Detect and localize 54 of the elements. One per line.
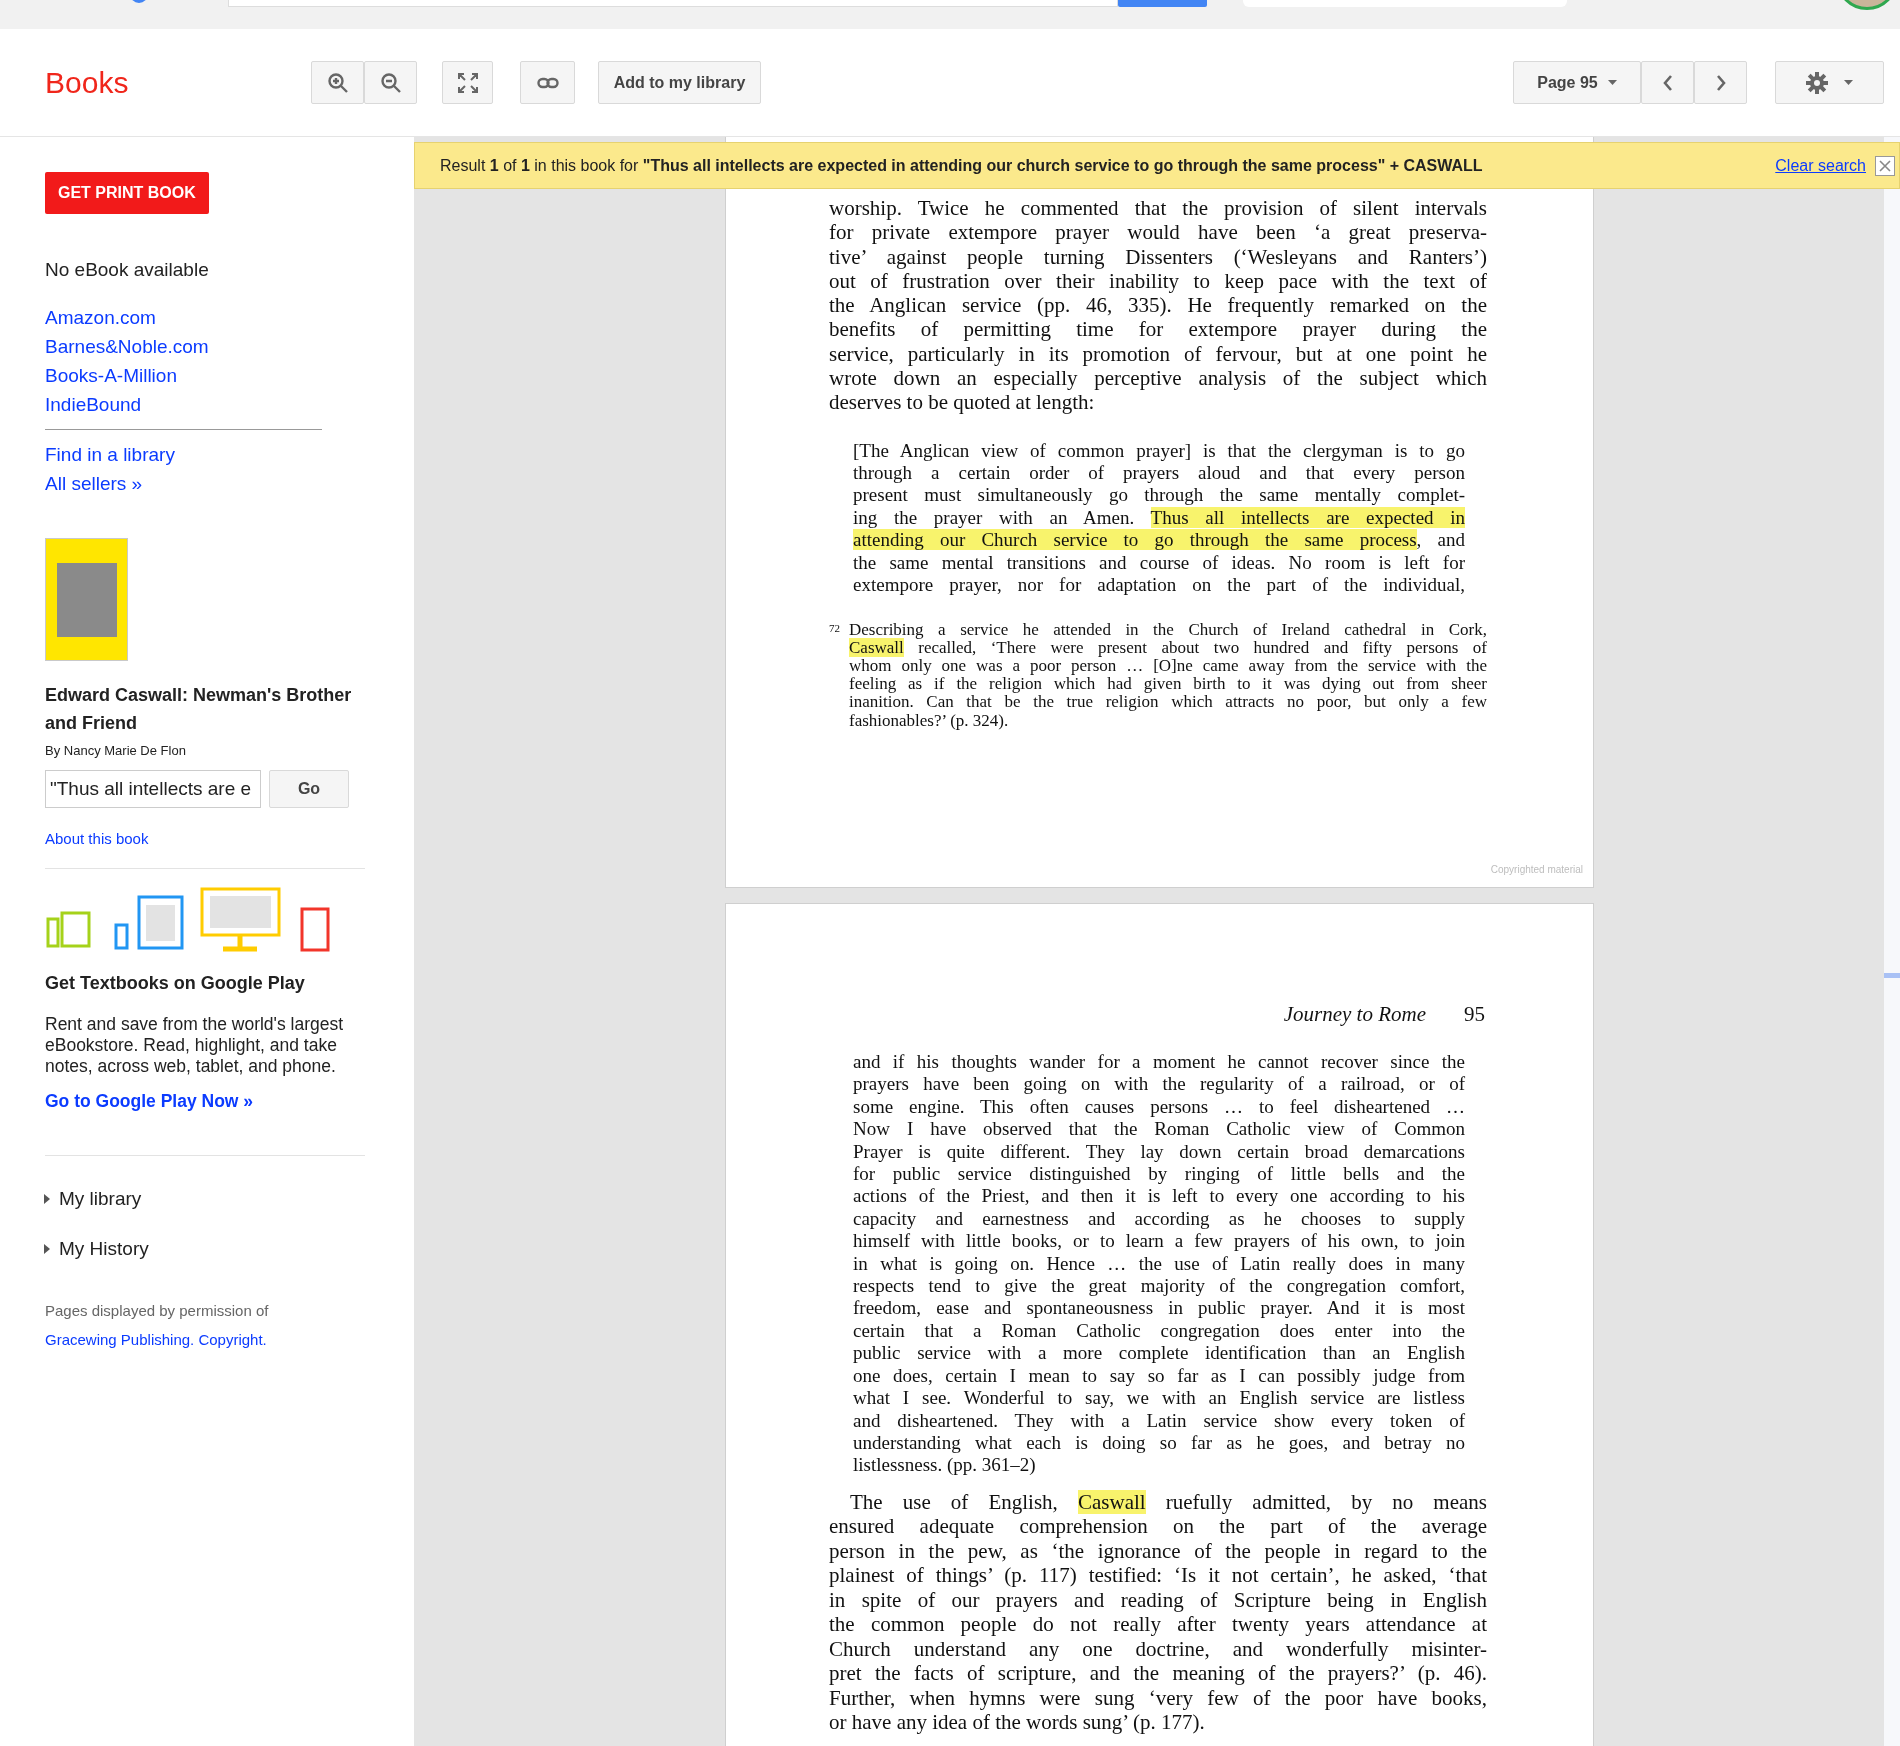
publisher-link[interactable]: Copyright. <box>198 1331 267 1348</box>
zoom-in-icon <box>326 71 349 94</box>
books-logo: Books <box>45 65 130 100</box>
nav-item[interactable]: My History <box>43 1224 149 1274</box>
ebook-status: No eBook available <box>45 259 210 281</box>
copyright-notice: Copyrighted material <box>1490 864 1583 875</box>
search-highlight: Caswall <box>1077 1489 1146 1514</box>
zoom-in-button[interactable] <box>311 61 364 104</box>
block-quote: and if his thoughts wander for a moment he cannot recover since the prayers have been going on with the regularity of a railroad, or of some engine. This often causes persons … to feel disheartened … Now I have observed that the Roman Catholic view of Common Prayer is quite different. They lay down certain broad demarcations for public service distinguished by ringing of little bells and the actions of the Priest, and then it is left to every one according to his capacity and earnestness and according as he chooses to supply himself with little books, or to learn a few prayers of his own, to join in what is going on. Hence … the use of Latin really does in many respects tend to give the great majority of the congregation comfort, freedom, ease and spontaneousness in public prayer. And it is most certain that a Roman Catholic congregation does enter into the public service with a more complete identification than an English one does, certain I mean to say so far as I can possibly judge from what I see. Wonderful to say, we with an English service are listless and disheartened. They with a Latin service show every token of understanding what each is doing so far as he goes, and betray no listlessness. (pp. 361–2) <box>853 1051 1465 1477</box>
clear-search-link[interactable]: Clear search <box>1775 156 1866 175</box>
caret-icon <box>1607 80 1617 85</box>
permission-text: Pages displayed by permission of Gracewing Publishing. Copyright. <box>45 1301 270 1350</box>
page-number: 95 <box>1464 1002 1485 1026</box>
library-link[interactable]: Find in a library <box>45 440 374 469</box>
search-in-book-field[interactable]: "Thus all intellects are e <box>45 770 261 808</box>
google-play-link[interactable]: Go to Google Play Now » <box>45 1089 374 1113</box>
search-highlight: Caswall <box>849 637 904 657</box>
page-select[interactable]: Page 95 <box>1513 61 1641 104</box>
zoom-out-icon <box>379 71 402 94</box>
seller-link[interactable]: Books-A-Million <box>45 361 374 390</box>
zoom-out-button[interactable] <box>364 61 417 104</box>
go-button[interactable]: Go <box>269 770 349 808</box>
promo-title: Get Textbooks on Google Play <box>45 973 306 994</box>
add-to-library-button[interactable]: Add to my library <box>598 61 761 104</box>
book-cover[interactable] <box>45 538 128 661</box>
book-title: Edward Caswall: Newman's Brother and Friend <box>45 684 353 735</box>
link-button[interactable] <box>520 61 575 104</box>
about-book-link[interactable]: About this book <box>45 828 374 850</box>
footnote-number: 72 <box>829 620 841 636</box>
running-head: Journey to Rome <box>1283 1002 1426 1026</box>
seller-link[interactable]: IndieBound <box>45 390 374 419</box>
previous-page-button[interactable] <box>1641 61 1694 104</box>
search-result-text: Result 1 of 1 in this book for "Thus all intellects are expected in attending our church service to go through the same process" + CASWALL <box>440 156 1484 175</box>
seller-link[interactable]: Amazon.com <box>45 303 374 332</box>
seller-link[interactable]: Barnes&Noble.com <box>45 332 374 361</box>
settings-icon <box>1806 71 1828 94</box>
caret-icon <box>1844 80 1853 85</box>
publisher-link[interactable]: Gracewing Publishing. <box>45 1331 195 1348</box>
book-author: By Nancy Marie De Flon <box>45 743 187 758</box>
library-link[interactable]: All sellers » <box>45 469 374 498</box>
body-paragraph: The use of English, Caswall ruefully admitted, by no means ensured adequate comprehension on the part of the average person in the pew, as ‘the ignorance of the people in regard to the plainest of things’ (p. 117) testified: ‘Is it not certain’, he asked, ‘that in spite of our prayers and reading of Scripture being in English the common people do not really after twenty years attendance at Church understand any one doctrine, and wonderfully misinter- pret the facts of scripture, and the meaning of the prayers?’ (p. 46). Further, when hymns were sung ‘very few of the poor have books, or have any idea of the words sung’ (p. 177). <box>829 1489 1487 1735</box>
next-page-button[interactable] <box>1694 61 1747 104</box>
fullscreen-button[interactable] <box>442 61 493 104</box>
fullscreen-icon <box>456 71 479 94</box>
footnote-text: Describing a service he attended in the Church of Ireland cathedral in Cork, Caswall recalled, ‘There were present about two hundred and fifty persons of whom only one was a poor person … [O]ne came away from the service with the feeling as if the religion which had given birth to it was dying out from sheer inanition. Can that be the true religion which attracts no poor, but only a few fashionables?’ (p. 324). <box>849 620 1487 730</box>
scrollbar-thumb[interactable] <box>1884 973 1900 978</box>
scrollbar[interactable] <box>1884 137 1900 1746</box>
nav-item[interactable]: My library <box>43 1174 142 1224</box>
close-icon[interactable] <box>1875 155 1895 176</box>
promo-text: Rent and save from the world's largest eBookstore. Read, highlight, and take notes, across web, tablet, and phone. <box>45 1014 345 1077</box>
get-print-book-button[interactable]: GET PRINT BOOK <box>45 172 209 214</box>
settings-button[interactable] <box>1775 61 1884 104</box>
search-highlight: attending our Church service to go through the same process <box>853 529 1417 551</box>
body-paragraph: worship. Twice he commented that the provision of silent intervals for private extempore prayer would have been ‘a great preserva- tive’ against people turning Dissenters (‘Wesleyans and Ranters’) out of frustration over their inability to keep pace with the text of the Anglican service (pp. 46, 335). He frequently remarked on the benefits of permitting time for extempore prayer during the service, particularly in its promotion of fervour, but at one point he wrote down an especially perceptive analysis of the subject which deserves to be quoted at length: <box>829 196 1487 415</box>
